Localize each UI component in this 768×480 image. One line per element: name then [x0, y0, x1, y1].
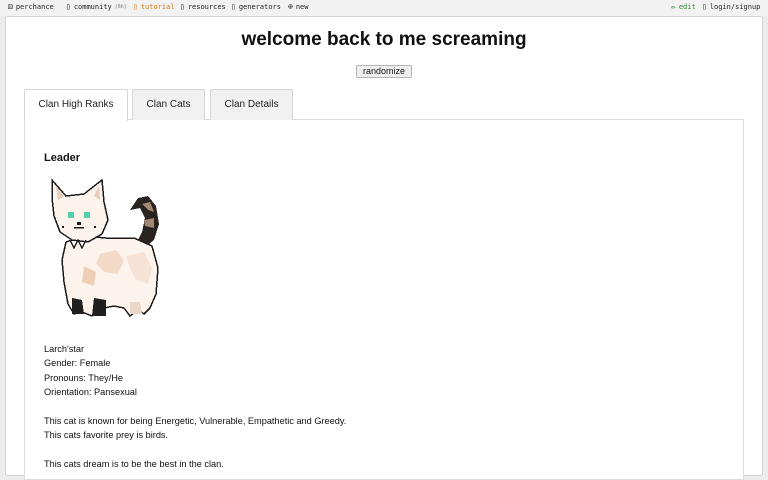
nav-generators-link[interactable]: ▯ generators [231, 2, 281, 12]
nav-new-link[interactable]: ⊕ new [288, 2, 309, 12]
cat-pronouns: Pronouns: They/He [44, 373, 123, 383]
nav-login-label: login/signup [709, 3, 761, 11]
nav-community-link[interactable]: ▯ community (6h) [66, 2, 127, 12]
resources-icon: ▯ [180, 2, 185, 11]
page-title: welcome back to me screaming [241, 29, 527, 50]
nav-edit-link[interactable]: ✏ edit [671, 2, 696, 12]
nav-resources-label: resources [187, 3, 226, 11]
tutorial-icon: ▯ [133, 2, 138, 11]
nav-perchance-link[interactable]: ⚄ perchance [8, 2, 54, 12]
nav-generators-label: generators [238, 3, 281, 11]
nav-community-label: community [73, 3, 112, 11]
nav-perchance-label: perchance [15, 3, 54, 11]
community-badge: (6h) [114, 4, 127, 10]
leader-heading: Leader [44, 152, 81, 164]
nav-login-link[interactable]: ▯ login/signup [702, 2, 761, 12]
generators-icon: ▯ [231, 2, 236, 11]
tab-clan-cats[interactable]: Clan Cats [132, 89, 205, 120]
cat-gender: Gender: Female [44, 358, 111, 368]
cat-orientation: Orientation: Pansexual [44, 387, 137, 397]
cat-favorite-prey: This cats favorite prey is birds. [44, 430, 169, 440]
login-icon: ▯ [702, 2, 707, 11]
cat-sprite-image [51, 178, 159, 318]
cat-name: Larch'star [44, 344, 85, 354]
cat-traits: This cat is known for being Energetic, V… [44, 416, 347, 426]
nav-new-label: new [295, 3, 309, 11]
edit-icon: ✏ [671, 2, 676, 11]
nav-edit-label: edit [678, 3, 696, 11]
dice-icon: ⚄ [8, 2, 13, 11]
randomize-button[interactable]: randomize [356, 65, 412, 78]
nav-tutorial-link[interactable]: ▯ tutorial [133, 2, 175, 12]
cat-dream: This cats dream is to be the best in the… [44, 459, 224, 469]
new-icon: ⊕ [288, 2, 293, 11]
top-nav-bar: ⚄ perchance ▯ community (6h) ▯ tutorial … [0, 0, 768, 16]
nav-resources-link[interactable]: ▯ resources [180, 2, 226, 12]
community-icon: ▯ [66, 2, 71, 11]
nav-tutorial-label: tutorial [140, 3, 175, 11]
tab-clan-high-ranks[interactable]: Clan High Ranks [24, 89, 128, 121]
tab-clan-details[interactable]: Clan Details [210, 89, 293, 120]
